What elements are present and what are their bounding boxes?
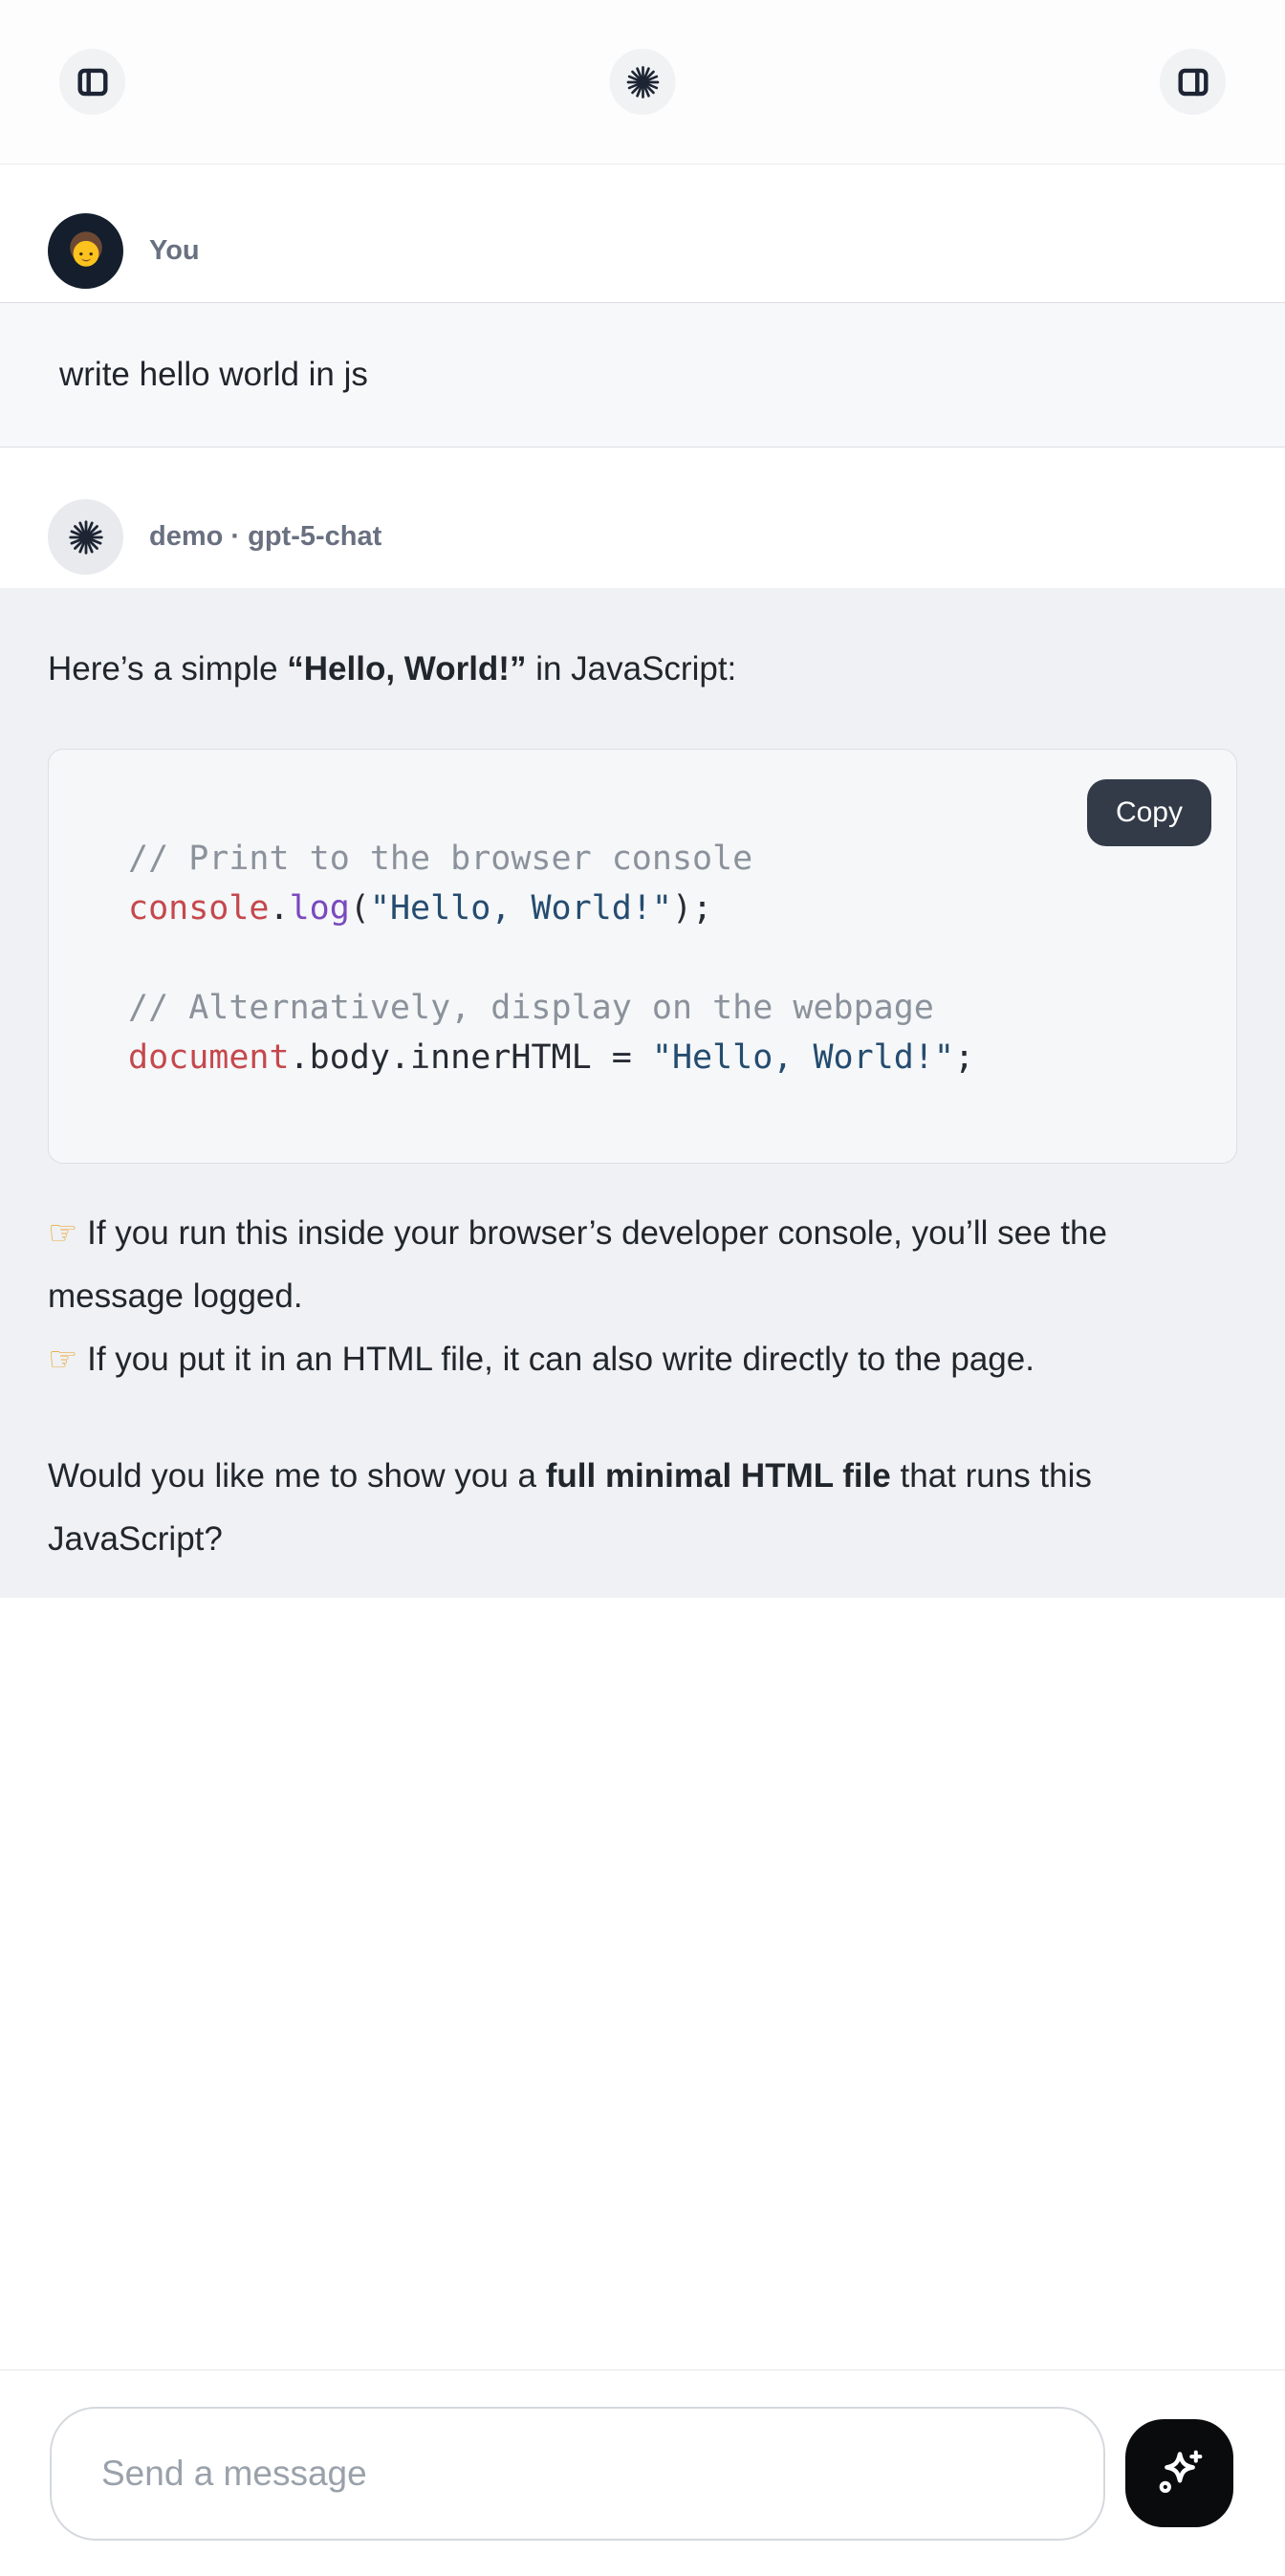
closing-text: Would you like me to show you a xyxy=(48,1457,546,1495)
assistant-message: Here’s a simple “Hello, World!” in JavaS… xyxy=(0,588,1285,1598)
code-token: ( xyxy=(350,889,370,928)
intro-bold-text: “Hello, World!” xyxy=(287,650,526,688)
code-token: log xyxy=(290,889,350,928)
code-line-blank xyxy=(128,933,1198,983)
closing-bold-text: full minimal HTML file xyxy=(546,1457,891,1495)
pointing-right-emoji-icon: ☞ xyxy=(48,1341,77,1379)
assistant-closing-paragraph: Would you like me to show you a full min… xyxy=(48,1445,1237,1571)
user-avatar xyxy=(48,213,123,289)
assistant-tips: ☞ If you run this inside your browser’s … xyxy=(48,1202,1237,1391)
tip-text: If you put it in an HTML file, it can al… xyxy=(87,1341,1035,1378)
send-button[interactable] xyxy=(1125,2419,1233,2527)
code-comment: // Alternatively, display on the webpage xyxy=(128,989,934,1027)
intro-text-after: in JavaScript: xyxy=(526,650,736,688)
code-line-comment-1: // Print to the browser console xyxy=(128,834,1198,884)
code-token: .body.innerHTML xyxy=(290,1038,592,1077)
code-token: ; xyxy=(954,1038,974,1077)
code-block: Copy // Print to the browser console con… xyxy=(48,749,1237,1164)
tip-line: ☞ If you put it in an HTML file, it can … xyxy=(48,1328,1237,1391)
code-token: = xyxy=(592,1038,652,1077)
sparkle-icon xyxy=(1149,2443,1210,2504)
tip-line: ☞ If you run this inside your browser’s … xyxy=(48,1202,1237,1328)
code-comment: // Print to the browser console xyxy=(128,840,752,878)
user-message-header: You xyxy=(0,164,1285,302)
assistant-intro-paragraph: Here’s a simple “Hello, World!” in JavaS… xyxy=(48,638,1237,701)
code-token: ); xyxy=(672,889,712,928)
starburst-icon xyxy=(66,517,106,557)
panel-left-icon xyxy=(75,64,111,100)
copy-code-button[interactable]: Copy xyxy=(1087,779,1211,846)
intro-text: Here’s a simple xyxy=(48,650,287,688)
code-token: document xyxy=(128,1038,290,1077)
panel-right-icon xyxy=(1175,64,1211,100)
code-line-document-write: document.body.innerHTML = "Hello, World!… xyxy=(128,1033,1198,1082)
user-message-text: write hello world in js xyxy=(59,356,368,394)
user-name-label: You xyxy=(149,235,200,267)
person-emoji-icon xyxy=(61,227,111,276)
assistant-message-header: demo · gpt-5-chat xyxy=(0,448,1285,588)
tip-text: If you run this inside your browser’s de… xyxy=(48,1214,1107,1315)
code-string: "Hello, World!" xyxy=(652,1038,954,1077)
code-line-console-log: console.log("Hello, World!"); xyxy=(128,884,1198,933)
top-bar xyxy=(0,0,1285,164)
pointing-right-emoji-icon: ☞ xyxy=(48,1214,77,1253)
starburst-icon xyxy=(623,63,662,101)
assistant-name-label: demo · gpt-5-chat xyxy=(149,521,381,553)
composer-bar xyxy=(0,2369,1285,2576)
message-input[interactable] xyxy=(50,2407,1105,2541)
right-panel-toggle-button[interactable] xyxy=(1160,49,1226,115)
code-token: console xyxy=(128,889,270,928)
assistant-avatar xyxy=(48,499,123,575)
code-token: . xyxy=(270,889,290,928)
model-starburst-button[interactable] xyxy=(610,49,676,115)
user-message: write hello world in js xyxy=(0,302,1285,448)
code-line-comment-2: // Alternatively, display on the webpage xyxy=(128,983,1198,1033)
left-sidebar-toggle-button[interactable] xyxy=(59,49,125,115)
code-string: "Hello, World!" xyxy=(370,889,672,928)
